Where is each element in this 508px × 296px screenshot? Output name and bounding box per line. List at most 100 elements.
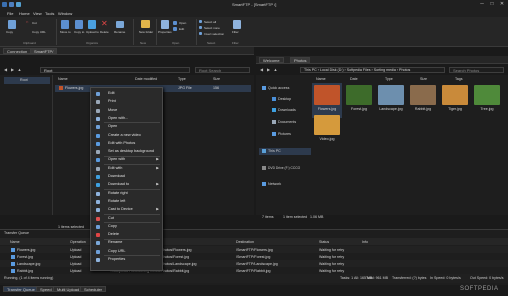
context-item[interactable]: Create a new video [90, 132, 163, 139]
menu-window[interactable]: Window [58, 11, 72, 16]
context-item[interactable]: Cast to Device ▶ [90, 206, 163, 213]
tab-photos[interactable]: Photos [290, 57, 311, 63]
open-button[interactable]: Open [179, 21, 186, 25]
col-name[interactable]: Name [316, 77, 326, 81]
close-button[interactable]: ✕ [498, 1, 506, 8]
col-size[interactable]: Size [420, 77, 427, 81]
tree-desktop[interactable]: Desktop [278, 97, 291, 101]
right-address-bar[interactable]: This PC › Local Disk (D:) › Softpedia Fi… [300, 67, 445, 73]
thumbnail-video[interactable] [314, 115, 340, 135]
tree-downloads[interactable]: Downloads [278, 108, 296, 112]
context-item[interactable]: Copy [90, 223, 163, 230]
maximize-button[interactable]: □ [488, 1, 496, 8]
col-size[interactable]: Size [213, 77, 220, 81]
q-col-status[interactable]: Status [319, 240, 329, 244]
context-item[interactable]: Cut [90, 215, 163, 222]
properties-icon [161, 20, 169, 29]
menu-file[interactable]: File [7, 11, 13, 16]
context-item-label: Create a new video [108, 132, 141, 137]
copy-button[interactable]: Copy [6, 30, 13, 34]
thumbnail-flowers[interactable] [314, 85, 340, 105]
context-item[interactable]: Print [90, 98, 163, 105]
thumbnail-rabbit[interactable] [410, 85, 436, 105]
thumbnail-tree[interactable] [474, 85, 500, 105]
context-item[interactable]: Rotate right [90, 190, 163, 197]
context-item[interactable]: Copy URL [90, 248, 163, 255]
thumbnail-forest[interactable] [346, 85, 372, 105]
context-item[interactable]: Open with... [90, 115, 163, 122]
up-icon[interactable]: ▲ [273, 67, 278, 72]
submenu-arrow-icon: ▶ [156, 182, 159, 187]
q-col-operation[interactable]: Operation [70, 240, 86, 244]
context-item[interactable]: Download to ▶ [90, 181, 163, 188]
col-type[interactable]: Type [385, 77, 393, 81]
edit-button[interactable]: Edit [179, 27, 184, 31]
forward-icon[interactable]: ▶ [266, 67, 271, 72]
context-item[interactable]: Move [90, 107, 163, 114]
tree-documents[interactable]: Documents [278, 120, 296, 124]
left-address-bar[interactable]: Root [40, 67, 190, 73]
new-folder-button[interactable]: New folder [138, 30, 154, 34]
menu-view[interactable]: View [33, 11, 42, 16]
col-date[interactable]: Date [350, 77, 358, 81]
properties-button[interactable]: Properties [158, 30, 172, 34]
tree-pictures[interactable]: Pictures [278, 132, 291, 136]
back-icon[interactable]: ◀ [3, 67, 8, 72]
select-all-button[interactable]: Select all [204, 20, 216, 24]
back-icon[interactable]: ◀ [259, 67, 264, 72]
copy-to-button[interactable]: Copy to [74, 30, 84, 34]
select-none-button[interactable]: Select none [204, 26, 220, 30]
cut-button[interactable]: Cut [32, 21, 37, 25]
left-search-input[interactable]: Root Search [195, 67, 250, 73]
up-icon[interactable]: ▲ [17, 67, 22, 72]
filter-button[interactable]: Filter [232, 30, 239, 34]
context-item[interactable]: Properties [90, 256, 163, 263]
tree-item-root[interactable]: Root [4, 77, 50, 84]
tree-quick-access[interactable]: Quick access [268, 86, 289, 90]
col-date[interactable]: Date modified [135, 77, 157, 81]
thumbnail-tiger[interactable] [442, 85, 468, 105]
minimize-button[interactable]: ─ [478, 1, 486, 8]
invert-selection-button[interactable]: Invert selection [204, 32, 224, 36]
col-type[interactable]: Type [178, 77, 186, 81]
context-item[interactable]: Rotate left [90, 198, 163, 205]
q-col-destination[interactable]: Destination [236, 240, 254, 244]
context-item[interactable]: Edit with ▶ [90, 165, 163, 172]
rename-button[interactable]: Rename [114, 30, 125, 34]
tab-connection[interactable]: Connection [3, 48, 32, 54]
context-item[interactable]: Delete [90, 231, 163, 238]
undo-icon[interactable] [16, 2, 21, 7]
splitter[interactable] [52, 75, 53, 215]
tree-dvd[interactable]: DVD Drive (F:) CCCO [268, 166, 300, 170]
tab-smartftp[interactable]: SmartFTP/ [30, 48, 58, 54]
menu-home[interactable]: Home [19, 11, 30, 16]
menu-tools[interactable]: Tools [45, 11, 54, 16]
tab-multi-upload[interactable]: Multi Upload [53, 286, 84, 292]
tree-network[interactable]: Network [268, 182, 281, 186]
q-col-info[interactable]: Info [362, 240, 368, 244]
right-search-input[interactable]: Search Photos [449, 67, 504, 73]
context-item[interactable]: Edit with Photos [90, 140, 163, 147]
save-icon[interactable] [9, 2, 14, 7]
separator [196, 19, 197, 45]
tab-welcome[interactable]: Welcome [259, 57, 284, 63]
upload-to-button[interactable]: Upload to [86, 30, 99, 34]
copy-url-button[interactable]: Copy URL [32, 30, 46, 34]
context-item[interactable]: Open with ▶ [90, 156, 163, 163]
context-item[interactable]: Rename [90, 239, 163, 246]
q-col-name[interactable]: Name [10, 240, 20, 244]
delete-button[interactable]: Delete [100, 30, 109, 34]
col-name[interactable]: Name [58, 77, 68, 81]
context-item[interactable]: Open [90, 123, 163, 130]
context-item[interactable]: Set as desktop background [90, 148, 163, 155]
context-item[interactable]: Download [90, 173, 163, 180]
tab-scheduler[interactable]: Scheduler [80, 286, 107, 292]
thumbnail-landscape[interactable] [378, 85, 404, 105]
desktop-icon [272, 97, 276, 101]
context-item[interactable]: Edit [90, 90, 163, 97]
move-to-button[interactable]: Move to [60, 30, 71, 34]
forward-icon[interactable]: ▶ [10, 67, 15, 72]
tree-this-pc[interactable]: This PC [268, 149, 281, 153]
col-tags[interactable]: Tags [455, 77, 463, 81]
tab-transfer-queue[interactable]: Transfer Queue [3, 286, 39, 292]
